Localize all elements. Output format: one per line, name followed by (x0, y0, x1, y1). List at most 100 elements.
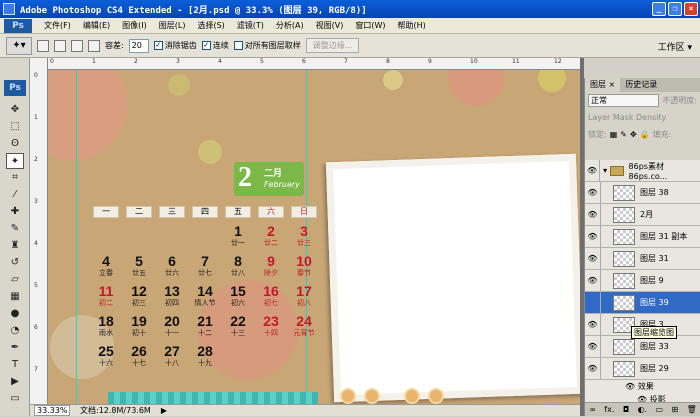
new-selection-icon[interactable] (37, 39, 49, 52)
new-group-icon[interactable]: ▭ (656, 403, 664, 416)
decor-flower (404, 388, 420, 404)
gradient-tool-icon[interactable]: ▦ (6, 289, 24, 305)
fx-icon[interactable]: fx. (604, 403, 614, 416)
eye-icon[interactable]: 👁 (585, 313, 601, 336)
title-bar: Adobe Photoshop CS4 Extended - [2月.psd @… (0, 0, 700, 18)
magic-wand-tool-icon[interactable]: ✦ (6, 153, 24, 169)
lock-all-icon[interactable]: 🔒 (640, 130, 650, 139)
menu-view[interactable]: 视图(V) (310, 20, 350, 31)
lock-position-icon[interactable]: ✥ (630, 130, 637, 139)
eye-icon[interactable]: 👁 (585, 203, 601, 226)
menu-window[interactable]: 窗口(W) (349, 20, 391, 31)
ruler-tick: 1 (34, 114, 38, 121)
eye-icon[interactable]: 👁 (585, 357, 601, 380)
menu-edit[interactable]: 编辑(E) (77, 20, 116, 31)
marquee-tool-icon[interactable]: ⬚ (6, 119, 24, 135)
layer-row[interactable]: 👁 图层 31 副本 (585, 225, 700, 248)
antialias-checkbox[interactable]: ✓ 消除锯齿 (153, 40, 197, 51)
lasso-tool-icon[interactable]: ʘ (6, 136, 24, 152)
tab-layers[interactable]: 图层 × (585, 78, 621, 92)
eye-icon[interactable]: 👁 (585, 269, 601, 292)
lock-image-icon[interactable]: ✎ (620, 130, 627, 139)
menu-layer[interactable]: 图层(L) (153, 20, 192, 31)
calendar: 一 二 三 四 五 六 日 1 廿一 2 廿二 3 廿三 4 立春 5 廿五 6 廿六 7 廿七 8 廿八 9 除… (93, 206, 319, 374)
add-selection-icon[interactable] (54, 39, 66, 52)
lock-transparent-icon[interactable]: ▦ (610, 130, 618, 139)
menu-help[interactable]: 帮助(H) (392, 20, 432, 31)
layer-row[interactable]: 👁 图层 31 (585, 247, 700, 270)
layer-row[interactable]: 👁 2月 (585, 203, 700, 226)
all-layers-checkbox[interactable]: 对所有图层取样 (233, 40, 301, 51)
blend-mode-select[interactable]: 正常 (588, 94, 660, 107)
lunar-label: 初八 (297, 299, 311, 307)
guide-line[interactable] (76, 70, 77, 404)
status-arrow-icon[interactable]: ▶ (161, 406, 167, 415)
menu-image[interactable]: 图像(I) (116, 20, 153, 31)
day-number: 21 (197, 313, 213, 329)
eye-icon[interactable]: 👁 (585, 181, 601, 204)
healing-brush-tool-icon[interactable]: ✚ (6, 204, 24, 220)
intersect-selection-icon[interactable] (88, 39, 100, 52)
close-button[interactable]: × (684, 2, 698, 16)
menu-select[interactable]: 选择(S) (191, 20, 230, 31)
adjustment-layer-icon[interactable]: ◐. (638, 403, 648, 416)
eye-icon[interactable]: 👁 (585, 247, 601, 270)
doc-size[interactable]: 文档:12.8M/73.6M (80, 405, 151, 416)
eraser-tool-icon[interactable]: ▱ (6, 272, 24, 288)
layer-thumbnail[interactable] (613, 360, 635, 377)
tab-history[interactable]: 历史记录 (620, 78, 662, 92)
contiguous-checkbox[interactable]: ✓ 连续 (201, 40, 229, 51)
add-mask-icon[interactable]: ◘ (623, 403, 629, 416)
history-brush-tool-icon[interactable]: ↺ (6, 255, 24, 271)
move-tool-icon[interactable]: ✥ (6, 102, 24, 118)
canvas-area[interactable]: 0 1 2 3 4 5 6 7 8 9 10 11 12 0 1 2 3 4 5… (30, 58, 580, 404)
eye-icon[interactable]: 👁 (585, 225, 601, 248)
clone-stamp-tool-icon[interactable]: ♜ (6, 238, 24, 254)
menu-filter[interactable]: 滤镜(T) (231, 20, 270, 31)
type-tool-icon[interactable]: T (6, 357, 24, 373)
layer-row[interactable]: 👁 图层 38 (585, 181, 700, 204)
eyedropper-tool-icon[interactable]: ⁄ (6, 187, 24, 203)
dodge-tool-icon[interactable]: ◔ (6, 323, 24, 339)
shape-tool-icon[interactable]: ▭ (6, 391, 24, 407)
link-layers-icon[interactable]: ∞ (589, 403, 596, 416)
trash-icon[interactable]: 🗑 (687, 403, 697, 416)
menu-analysis[interactable]: 分析(A) (270, 20, 310, 31)
path-selection-tool-icon[interactable]: ▶ (6, 374, 24, 390)
layer-row[interactable]: 图层 39 (585, 291, 700, 314)
minimize-button[interactable]: _ (652, 2, 666, 16)
layer-thumbnail[interactable] (613, 228, 635, 245)
tolerance-input[interactable]: 20 (128, 38, 149, 53)
layer-thumbnail[interactable] (613, 294, 635, 311)
pen-tool-icon[interactable]: ✒ (6, 340, 24, 356)
disclosure-triangle-icon[interactable]: ▾ (603, 166, 607, 175)
brush-tool-icon[interactable]: ✎ (6, 221, 24, 237)
layer-thumbnail[interactable] (613, 206, 635, 223)
layer-group[interactable]: 👁 ▾ 86ps素材 86ps.co... (585, 159, 700, 182)
layer-thumbnail[interactable] (613, 272, 635, 289)
eye-icon[interactable]: 👁 (625, 382, 635, 391)
eye-icon[interactable]: 👁 (585, 159, 601, 182)
magic-wand-tool-preset-icon[interactable]: ✦▾ (6, 36, 32, 55)
layer-row[interactable]: 👁 图层 9 (585, 269, 700, 292)
subtract-selection-icon[interactable] (71, 39, 83, 52)
layer-thumbnail[interactable] (613, 338, 635, 355)
zoom-field[interactable]: 33.33% (34, 405, 70, 416)
blur-tool-icon[interactable]: ● (6, 306, 24, 322)
ruler-tick: 4 (218, 58, 222, 65)
effects-row[interactable]: 👁 效果 (585, 380, 700, 393)
eye-icon[interactable]: 👁 (585, 335, 601, 358)
eye-hidden-slot[interactable] (585, 291, 601, 314)
refine-edge-button[interactable]: 调整边缘... (305, 38, 360, 53)
crop-tool-icon[interactable]: ⌗ (6, 170, 24, 186)
workspace-menu[interactable]: 工作区 ▾ (658, 40, 692, 53)
calendar-day: 5 廿五 (126, 254, 152, 284)
restore-button[interactable]: ❐ (668, 2, 682, 16)
document-canvas[interactable]: 2 二月 February 一 二 三 四 五 六 日 1 廿一 2 廿二 3 廿三 4 立春… (48, 70, 580, 404)
layer-thumbnail[interactable] (613, 184, 635, 201)
new-layer-icon[interactable]: ⊞ (672, 403, 679, 416)
layer-thumbnail[interactable] (613, 250, 635, 267)
layer-row[interactable]: 👁 图层 33 (585, 335, 700, 358)
menu-file[interactable]: 文件(F) (38, 20, 77, 31)
layer-row[interactable]: 👁 图层 29 (585, 357, 700, 380)
